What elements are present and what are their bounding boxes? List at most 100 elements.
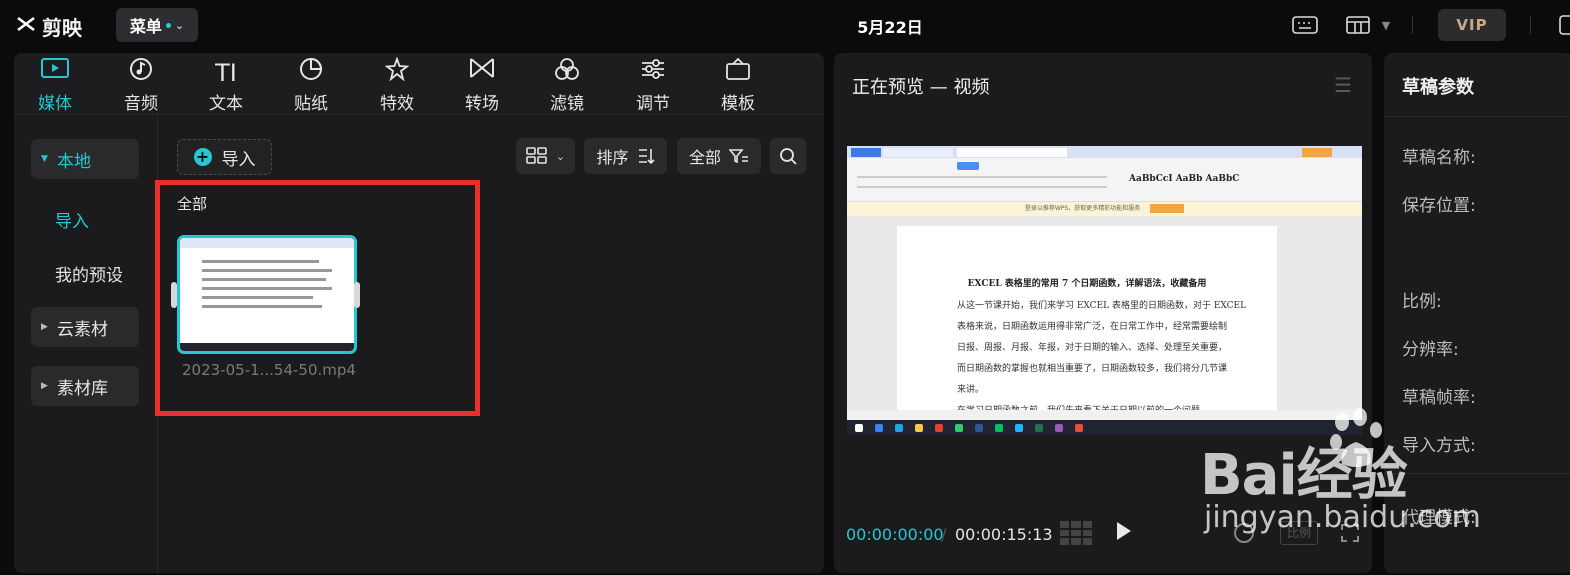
prop-resolution-label: 分辨率: xyxy=(1402,340,1459,360)
tab-sticker[interactable]: 贴纸 xyxy=(276,57,346,114)
prop-ratio-label: 比例: xyxy=(1402,292,1442,312)
play-icon[interactable] xyxy=(1117,522,1131,540)
prop-fps-label: 草稿帧率: xyxy=(1402,388,1476,408)
caret-right-icon: ▶ xyxy=(41,381,48,391)
tab-template[interactable]: 模板 xyxy=(703,57,773,114)
tab-effects[interactable]: 特效 xyxy=(362,56,432,114)
sidebar-item-my-presets[interactable]: 我的预设 xyxy=(55,261,123,286)
grid-view-icon xyxy=(526,147,547,164)
import-button[interactable]: + 导入 xyxy=(177,139,272,175)
sidebar-item-cloud[interactable]: ▶ 云素材 xyxy=(31,307,139,347)
tab-label: 媒体 xyxy=(38,94,72,114)
tab-label: 贴纸 xyxy=(294,94,328,114)
sidebar-item-local[interactable]: ▼ 本地 xyxy=(31,139,139,179)
text-icon: TI xyxy=(215,59,237,87)
tab-label: 模板 xyxy=(721,94,755,114)
search-icon xyxy=(780,148,797,165)
view-mode-button[interactable]: ⌄ xyxy=(516,138,575,174)
wps-login xyxy=(1302,148,1332,157)
tab-label: 特效 xyxy=(380,94,414,114)
wps-tab xyxy=(957,148,1067,157)
sidebar-item-label: 素材库 xyxy=(57,378,108,399)
layout-dropdown-icon[interactable]: ▼ xyxy=(1372,13,1400,37)
time-separator: / xyxy=(941,525,947,544)
app-name: 剪映 xyxy=(42,16,82,40)
current-time: 00:00:00:00 xyxy=(846,525,944,544)
transition-icon xyxy=(447,57,517,89)
tab-label: 调节 xyxy=(636,94,670,114)
prop-draft-name-label: 草稿名称: xyxy=(1402,148,1476,168)
preview-title: 正在预览 — 视频 xyxy=(852,77,990,98)
baidu-paw-icon xyxy=(1330,408,1382,467)
sort-icon xyxy=(638,149,655,164)
wps-titlebar xyxy=(847,146,1362,158)
divider xyxy=(1412,16,1413,34)
doc-line: 从这一节课开始，我们来学习 EXCEL 表格里的日期函数，对于 EXCEL xyxy=(957,301,1247,311)
tab-filter[interactable]: 滤镜 xyxy=(532,57,602,114)
filter-icon xyxy=(532,57,602,89)
timeline-grid-icon[interactable] xyxy=(1060,521,1092,545)
divider xyxy=(1384,473,1570,474)
sidebar-item-library[interactable]: ▶ 素材库 xyxy=(31,366,139,406)
shortcut-keyboard-icon[interactable] xyxy=(1291,13,1319,37)
chevron-down-icon: ⌄ xyxy=(174,18,185,32)
wps-statusbar xyxy=(847,410,1362,420)
tab-bar: 媒体 音频 TI 文本 贴纸 特效 转场 滤镜 调节 模板 xyxy=(14,53,824,115)
vip-button[interactable]: VIP xyxy=(1438,9,1506,41)
divider xyxy=(1384,116,1570,117)
project-title: 5月22日 xyxy=(857,18,923,37)
doc-line: 来讲。 xyxy=(957,385,985,395)
plus-icon: + xyxy=(193,148,212,166)
caret-down-icon: ▼ xyxy=(41,154,48,164)
menu-button[interactable]: 菜单 ⌄ xyxy=(116,8,198,42)
tab-text[interactable]: TI 文本 xyxy=(191,57,261,114)
window-icon[interactable] xyxy=(1552,13,1570,37)
tab-transition[interactable]: 转场 xyxy=(447,57,517,114)
wps-ribbon: AaBbCcI AaBb AaBbC xyxy=(847,158,1362,202)
prop-import-mode-label: 导入方式: xyxy=(1402,436,1476,456)
adjust-icon xyxy=(618,57,688,89)
tab-label: 滤镜 xyxy=(550,94,584,114)
prop-save-location-label: 保存位置: xyxy=(1402,196,1476,216)
sidebar-item-label: 云素材 xyxy=(57,319,108,340)
sort-label: 排序 xyxy=(596,148,629,167)
tab-label: 音频 xyxy=(124,94,158,114)
tab-audio[interactable]: 音频 xyxy=(106,57,176,114)
menu-label: 菜单 xyxy=(129,17,162,36)
total-duration: 00:00:15:13 xyxy=(955,525,1053,544)
sidebar-item-label: 本地 xyxy=(57,151,91,172)
tab-label: 文本 xyxy=(209,94,243,114)
wps-page: EXCEL 表格里的常用 7 个日期函数，详解语法，收藏备用 从这一节课开始，我… xyxy=(897,226,1277,416)
import-label: 导入 xyxy=(221,149,256,170)
filter-funnel-icon xyxy=(729,149,748,164)
preview-video-frame[interactable]: AaBbCcI AaBb AaBbC 登录以推荐WPS，获取更多精彩功能和服务 … xyxy=(847,146,1362,435)
wps-canvas: EXCEL 表格里的常用 7 个日期函数，详解语法，收藏备用 从这一节课开始，我… xyxy=(847,216,1362,416)
search-button[interactable] xyxy=(770,138,806,174)
highlight-box xyxy=(155,180,480,416)
notice-text: 登录以推荐WPS，获取更多精彩功能和服务 xyxy=(1024,205,1141,212)
tab-label: 转场 xyxy=(465,94,499,114)
wps-tab xyxy=(851,148,881,157)
draft-params-panel: 草稿参数 草稿名称: 保存位置: 比例: 分辨率: 草稿帧率: 导入方式: 代理… xyxy=(1384,53,1570,573)
effects-icon xyxy=(362,56,432,89)
divider xyxy=(1530,16,1531,34)
sticker-icon xyxy=(276,57,346,89)
doc-title: EXCEL 表格里的常用 7 个日期函数，详解语法，收藏备用 xyxy=(967,279,1207,289)
tab-media[interactable]: 媒体 xyxy=(20,57,90,114)
doc-line: 日报、周报、月报、年报，对于日期的输入、选择、处理至关重要， xyxy=(957,343,1228,353)
top-bar: 剪映 菜单 ⌄ 5月22日 ▼ VIP xyxy=(0,0,1570,50)
tab-adjust[interactable]: 调节 xyxy=(618,57,688,114)
app-logo: 剪映 xyxy=(16,12,82,41)
sidebar-item-import[interactable]: 导入 xyxy=(55,207,89,232)
caret-right-icon: ▶ xyxy=(41,322,48,332)
chevron-down-icon: ⌄ xyxy=(555,149,566,163)
capcut-logo-icon xyxy=(16,16,36,37)
props-title: 草稿参数 xyxy=(1402,77,1474,98)
menu-icon[interactable]: ☰ xyxy=(1334,73,1352,97)
filter-button[interactable]: 全部 xyxy=(677,138,761,174)
wps-notice: 登录以推荐WPS，获取更多精彩功能和服务 xyxy=(847,202,1362,216)
template-icon xyxy=(703,57,773,89)
layout-icon[interactable] xyxy=(1344,13,1372,37)
wps-tab xyxy=(883,148,953,157)
sort-button[interactable]: 排序 xyxy=(584,138,667,174)
